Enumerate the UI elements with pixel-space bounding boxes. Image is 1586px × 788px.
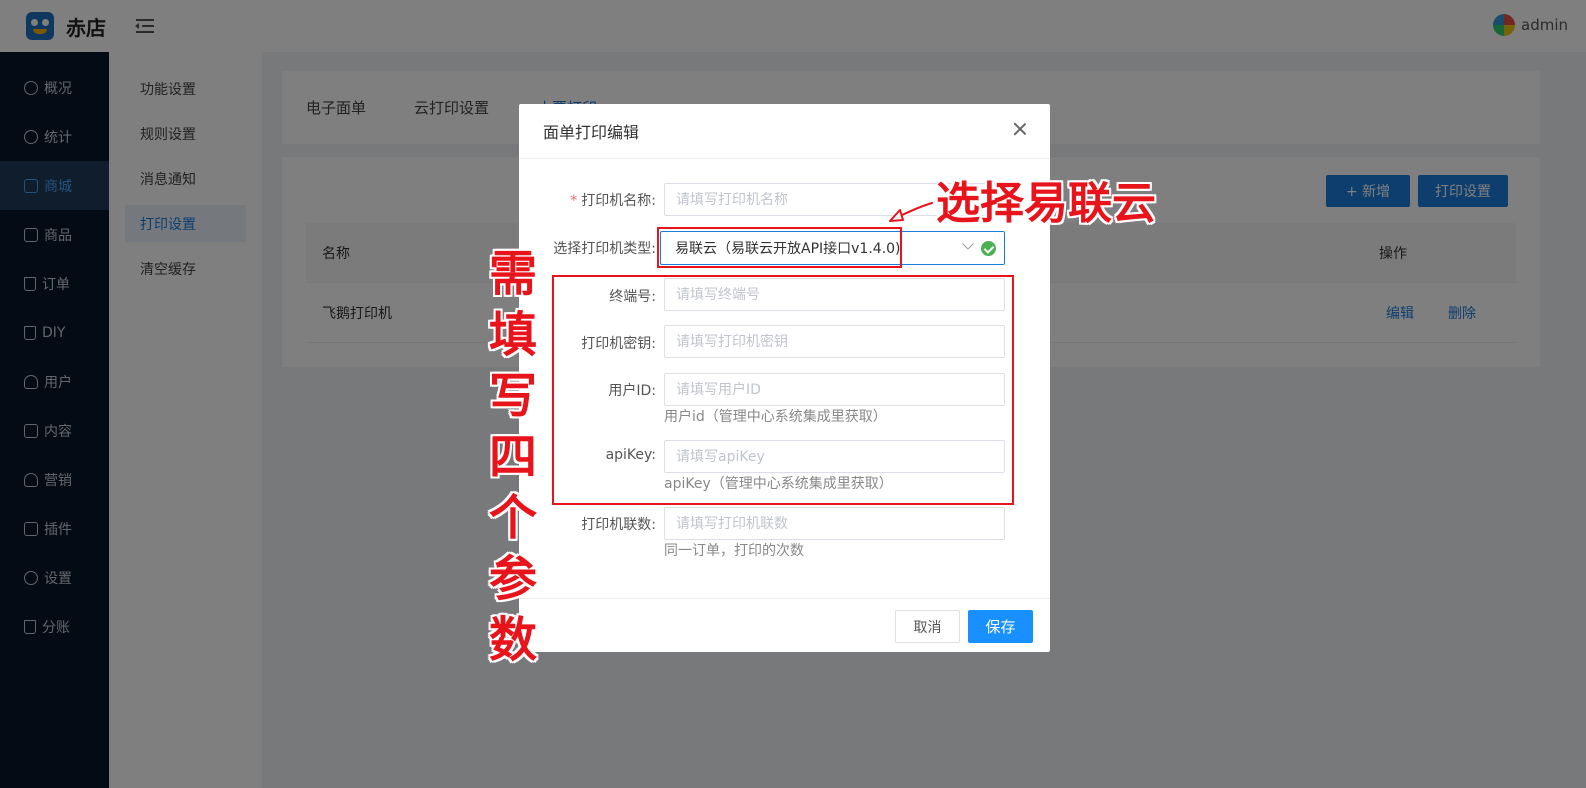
annotation-box-printer-type bbox=[657, 227, 902, 268]
printer-name-label-text: 打印机名称: bbox=[581, 193, 656, 209]
printer-name-label: * 打印机名称: bbox=[570, 190, 656, 210]
cancel-button[interactable]: 取消 bbox=[895, 610, 960, 643]
save-button[interactable]: 保存 bbox=[968, 610, 1033, 643]
chevron-down-icon bbox=[962, 238, 974, 250]
printer-type-label: 选择打印机类型: bbox=[553, 241, 656, 257]
annotation-arrow-icon bbox=[889, 200, 934, 222]
copies-input[interactable] bbox=[664, 507, 1005, 540]
check-circle-icon bbox=[981, 241, 996, 256]
copies-label: 打印机联数: bbox=[581, 517, 656, 533]
annotation-box-required-fields bbox=[552, 275, 1014, 505]
close-icon[interactable] bbox=[1012, 121, 1028, 137]
annotation-select-yilianyun: 选择易联云 bbox=[936, 178, 1156, 229]
required-mark: * bbox=[570, 193, 578, 209]
copies-hint: 同一订单，打印的次数 bbox=[664, 543, 804, 559]
dialog-footer: 取消 保存 bbox=[519, 598, 1050, 652]
annotation-fill-four-params: 需填写四个参数 bbox=[488, 246, 537, 668]
dialog-title: 面单打印编辑 bbox=[543, 123, 640, 142]
dialog-header: 面单打印编辑 bbox=[519, 104, 1050, 159]
